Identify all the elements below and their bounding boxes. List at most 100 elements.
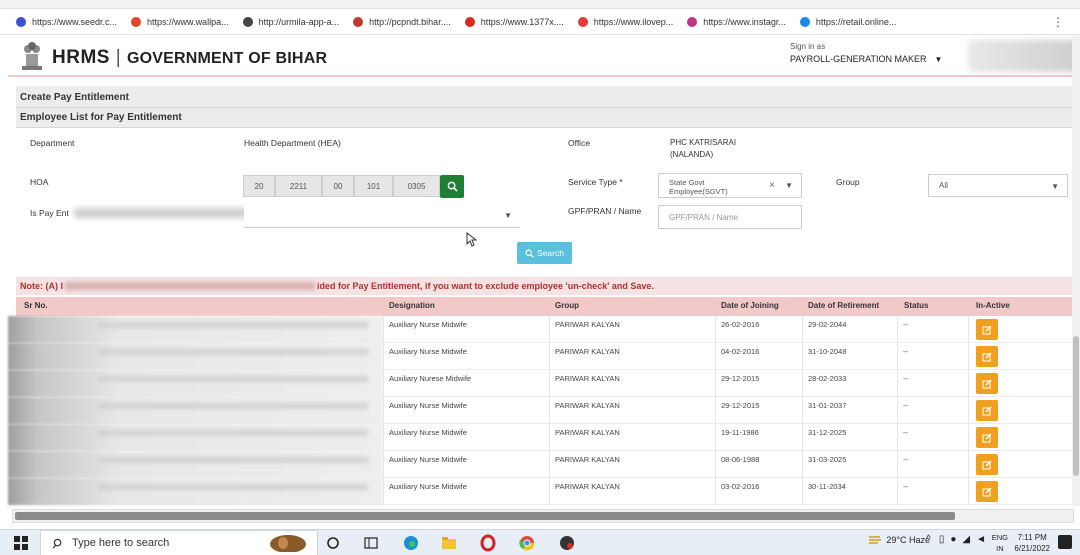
chrome-icon[interactable] [518, 534, 536, 552]
column-divider [549, 424, 550, 451]
clock[interactable]: 7:11 PM 6/21/2022 [1014, 532, 1050, 554]
edit-button[interactable] [976, 454, 998, 475]
gpf-input[interactable]: GPF/PRAN / Name [658, 205, 802, 229]
weather-widget[interactable]: 29°C Haze [868, 534, 930, 546]
address-bar[interactable] [0, 0, 1080, 9]
column-divider [968, 316, 969, 343]
cell-status: -- [903, 347, 908, 356]
brand-separator: | [115, 47, 122, 68]
cell-date-of-joining: 29-12-2015 [721, 374, 760, 383]
column-divider [897, 451, 898, 478]
cell-date-of-retirement: 31-03-2025 [808, 455, 847, 464]
mic-icon: ● [950, 534, 957, 545]
bookmark-label: https://www.seedr.c... [32, 16, 118, 27]
role-dropdown[interactable]: PAYROLL-GENERATION MAKER ▼ [790, 54, 942, 64]
hoa-part-3[interactable]: 00 [322, 175, 354, 197]
clock-date: 6/21/2022 [1014, 544, 1050, 553]
redacted-employee-info [8, 316, 383, 343]
column-divider [715, 397, 716, 424]
hoa-part-2[interactable]: 2211 [275, 175, 322, 197]
bookmark-item[interactable]: https://www.1377x.... [464, 16, 564, 27]
cell-status: -- [903, 428, 908, 437]
windows-start-icon[interactable] [12, 534, 30, 552]
app-icon[interactable] [558, 534, 576, 552]
column-divider [715, 478, 716, 505]
vertical-scrollbar[interactable] [1072, 36, 1080, 506]
edit-button[interactable] [976, 400, 998, 421]
edit-button[interactable] [976, 319, 998, 340]
filter-form: Department Health Department (HEA) Offic… [16, 130, 1072, 278]
redacted-employee-info [8, 424, 383, 451]
screen: https://www.seedr.c... https://www.wallpa… [0, 0, 1080, 555]
redacted-text [98, 403, 368, 409]
edge-icon[interactable] [402, 534, 420, 552]
edit-button[interactable] [976, 481, 998, 502]
table-header: Sr No. Designation Group Date of Joining… [16, 297, 1072, 316]
emblem-icon [22, 42, 42, 70]
edit-button[interactable] [976, 427, 998, 448]
opera-icon[interactable] [479, 534, 497, 552]
group-select[interactable]: All ▼ [928, 174, 1068, 197]
column-divider [383, 478, 384, 505]
bookmark-favicon-icon [131, 16, 142, 27]
task-view-icon[interactable] [324, 534, 342, 552]
signin-label: Sign in as [790, 42, 826, 51]
table-row: Auxiliary Nurse Midwife PARIWAR KALYAN 29-… [8, 397, 1072, 424]
brand-title: HRMS | GOVERNMENT OF BIHAR [52, 47, 327, 69]
bookmark-item[interactable]: http://urmila-app-a... [242, 16, 340, 27]
hoa-label: HOA [30, 177, 49, 187]
notification-icon[interactable] [1058, 535, 1072, 549]
widgets-icon[interactable] [362, 534, 380, 552]
column-divider [715, 370, 716, 397]
search-button[interactable]: Search [517, 242, 572, 264]
table-row: Auxiliary Nurse Midwife PARIWAR KALYAN 03-… [8, 478, 1072, 505]
bookmark-item[interactable]: https://www.ilovep... [577, 16, 673, 27]
hoa-part-5[interactable]: 0305 [393, 175, 440, 197]
search-button-label: Search [537, 248, 564, 258]
bookmark-item[interactable]: https://www.seedr.c... [16, 16, 118, 27]
edit-icon [982, 460, 992, 469]
office-value-line2: (NALANDA) [670, 150, 714, 159]
redacted-text [98, 376, 368, 382]
edit-icon [982, 352, 992, 361]
edit-button[interactable] [976, 373, 998, 394]
bookmark-item[interactable]: https://www.wallpa... [131, 16, 229, 27]
chevron-up-icon[interactable]: ^ [926, 534, 931, 545]
bookmark-item[interactable]: https://www.instagr... [687, 16, 786, 27]
bookmark-item[interactable]: http://pcpndt.bihar.... [353, 16, 451, 27]
is-pay-select[interactable]: ▼ [244, 204, 520, 228]
column-divider [968, 397, 969, 424]
header-designation: Designation [389, 301, 435, 310]
language-indicator[interactable]: ENG IN [992, 532, 1008, 554]
table-row: Auxiliary Nurese Midwife PARIWAR KALYAN 29… [8, 370, 1072, 397]
hoa-part-4[interactable]: 101 [354, 175, 393, 197]
system-tray-icons[interactable]: ^ ▯ ● ◢ ◄ [926, 534, 986, 545]
column-divider [549, 451, 550, 478]
page-subtitle: Employee List for Pay Entitlement [20, 112, 182, 123]
bookmark-label: https://retail.online... [815, 16, 897, 27]
redacted-text [98, 457, 368, 463]
bookmark-label: https://www.wallpa... [147, 16, 229, 27]
column-divider [383, 316, 384, 343]
hoa-part-1[interactable]: 20 [243, 175, 275, 197]
redacted-label [74, 208, 254, 218]
column-divider [802, 451, 803, 478]
bookmark-item[interactable]: https://retail.online... [799, 16, 897, 27]
clear-icon[interactable]: × [769, 180, 775, 191]
lang-line2: IN [996, 544, 1004, 553]
file-explorer-icon[interactable] [440, 534, 458, 552]
horizontal-scrollbar[interactable] [12, 509, 1074, 523]
hoa-search-button[interactable] [440, 175, 464, 198]
cell-date-of-retirement: 31-01-2037 [808, 401, 847, 410]
redacted-text [98, 484, 368, 490]
service-type-select[interactable]: State Govt Employee(SGVT) × ▼ [658, 173, 802, 198]
cell-designation: Auxiliary Nurse Midwife [389, 482, 467, 491]
bookmarks-more-icon[interactable]: ⋮ [1052, 15, 1064, 29]
service-type-label: Service Type * [568, 177, 623, 187]
chevron-down-icon: ▼ [1051, 182, 1059, 191]
scrollbar-thumb[interactable] [1073, 336, 1079, 476]
scrollbar-thumb[interactable] [15, 512, 955, 520]
redacted-text [98, 349, 368, 355]
bookmark-label: http://urmila-app-a... [258, 16, 340, 27]
edit-button[interactable] [976, 346, 998, 367]
